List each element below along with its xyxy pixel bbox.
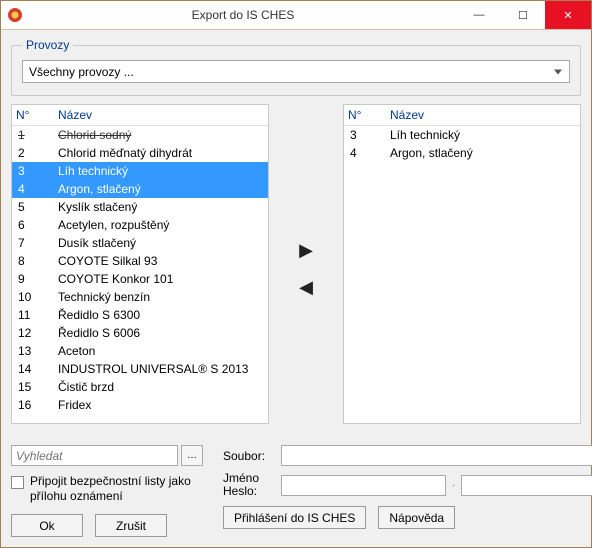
help-button[interactable]: Nápověda [378,506,455,529]
row-num: 4 [12,180,54,198]
row-num: 10 [12,288,54,306]
row-name: Dusík stlačený [54,234,268,252]
close-button[interactable]: ✕ [545,1,591,29]
login-button[interactable]: Přihlášení do IS CHES [223,506,366,529]
row-num: 11 [12,306,54,324]
row-num: 5 [12,198,54,216]
target-list[interactable]: N° Název 3Líh technický4Argon, stlačený [343,104,581,424]
row-num: 3 [344,126,386,145]
table-row[interactable]: 8COYOTE Silkal 93 [12,252,268,270]
row-num: 4 [344,144,386,162]
move-left-button[interactable]: ◀ [299,277,313,298]
search-browse-button[interactable]: … [181,445,203,466]
table-row[interactable]: 1Chlorid sodný [12,126,268,145]
file-label: Soubor: [223,449,273,463]
row-num: 8 [12,252,54,270]
source-list[interactable]: N° Název 1Chlorid sodný2Chlorid měďnatý … [11,104,269,424]
file-input[interactable] [281,445,592,466]
table-row[interactable]: 6Acetylen, rozpuštěný [12,216,268,234]
table-row[interactable]: 3Líh technický [344,126,580,145]
left-header-num[interactable]: N° [12,105,54,126]
row-num: 14 [12,360,54,378]
row-name: Fridex [54,396,268,414]
table-row[interactable]: 11Ředidlo S 6300 [12,306,268,324]
row-num: 1 [12,126,54,145]
provozy-group: Provozy Všechny provozy ... [11,38,581,96]
row-num: 13 [12,342,54,360]
row-name: Argon, stlačený [54,180,268,198]
window-title: Export do IS CHES [29,8,457,22]
row-name: COYOTE Silkal 93 [54,252,268,270]
row-name: Líh technický [386,126,580,145]
table-row[interactable]: 3Líh technický [12,162,268,180]
row-num: 6 [12,216,54,234]
app-icon [7,7,23,23]
table-row[interactable]: 9COYOTE Konkor 101 [12,270,268,288]
row-name: Chlorid sodný [54,126,268,145]
table-row[interactable]: 12Ředidlo S 6006 [12,324,268,342]
table-row[interactable]: 4Argon, stlačený [344,144,580,162]
table-row[interactable]: 14INDUSTROL UNIVERSAL® S 2013 [12,360,268,378]
cancel-button[interactable]: Zrušit [95,514,167,537]
table-row[interactable]: 7Dusík stlačený [12,234,268,252]
right-header-num[interactable]: N° [344,105,386,126]
password-input[interactable] [461,475,592,496]
table-row[interactable]: 16Fridex [12,396,268,414]
row-name: COYOTE Konkor 101 [54,270,268,288]
maximize-button[interactable]: ☐ [501,1,545,29]
username-input[interactable] [281,475,446,496]
row-name: Technický benzín [54,288,268,306]
right-header-name[interactable]: Název [386,105,580,126]
move-right-button[interactable]: ▶ [299,240,313,261]
provozy-legend: Provozy [22,38,73,52]
ok-button[interactable]: Ok [11,514,83,537]
row-num: 12 [12,324,54,342]
attach-sds-checkbox[interactable] [11,476,24,489]
row-num: 2 [12,144,54,162]
provozy-select[interactable]: Všechny provozy ... [22,60,570,83]
table-row[interactable]: 2Chlorid měďnatý dihydrát [12,144,268,162]
table-row[interactable]: 5Kyslík stlačený [12,198,268,216]
table-row[interactable]: 15Čistič brzd [12,378,268,396]
row-num: 15 [12,378,54,396]
table-row[interactable]: 10Technický benzín [12,288,268,306]
row-name: Chlorid měďnatý dihydrát [54,144,268,162]
provozy-selected: Všechny provozy ... [29,65,134,79]
row-name: Ředidlo S 6300 [54,306,268,324]
row-num: 7 [12,234,54,252]
left-header-name[interactable]: Název [54,105,268,126]
credentials-label: Jméno Heslo: [223,472,273,498]
row-name: Kyslík stlačený [54,198,268,216]
row-name: INDUSTROL UNIVERSAL® S 2013 [54,360,268,378]
row-name: Ředidlo S 6006 [54,324,268,342]
attach-sds-label: Připojit bezpečnostní listy jako přílohu… [30,474,203,504]
minimize-button[interactable]: — [457,1,501,29]
row-num: 16 [12,396,54,414]
row-name: Líh technický [54,162,268,180]
table-row[interactable]: 4Argon, stlačený [12,180,268,198]
row-name: Acetylen, rozpuštěný [54,216,268,234]
table-row[interactable]: 13Aceton [12,342,268,360]
credentials-separator: · [450,480,457,491]
row-num: 9 [12,270,54,288]
row-name: Argon, stlačený [386,144,580,162]
row-num: 3 [12,162,54,180]
row-name: Aceton [54,342,268,360]
row-name: Čistič brzd [54,378,268,396]
titlebar: Export do IS CHES — ☐ ✕ [1,1,591,30]
search-input[interactable] [11,445,178,466]
